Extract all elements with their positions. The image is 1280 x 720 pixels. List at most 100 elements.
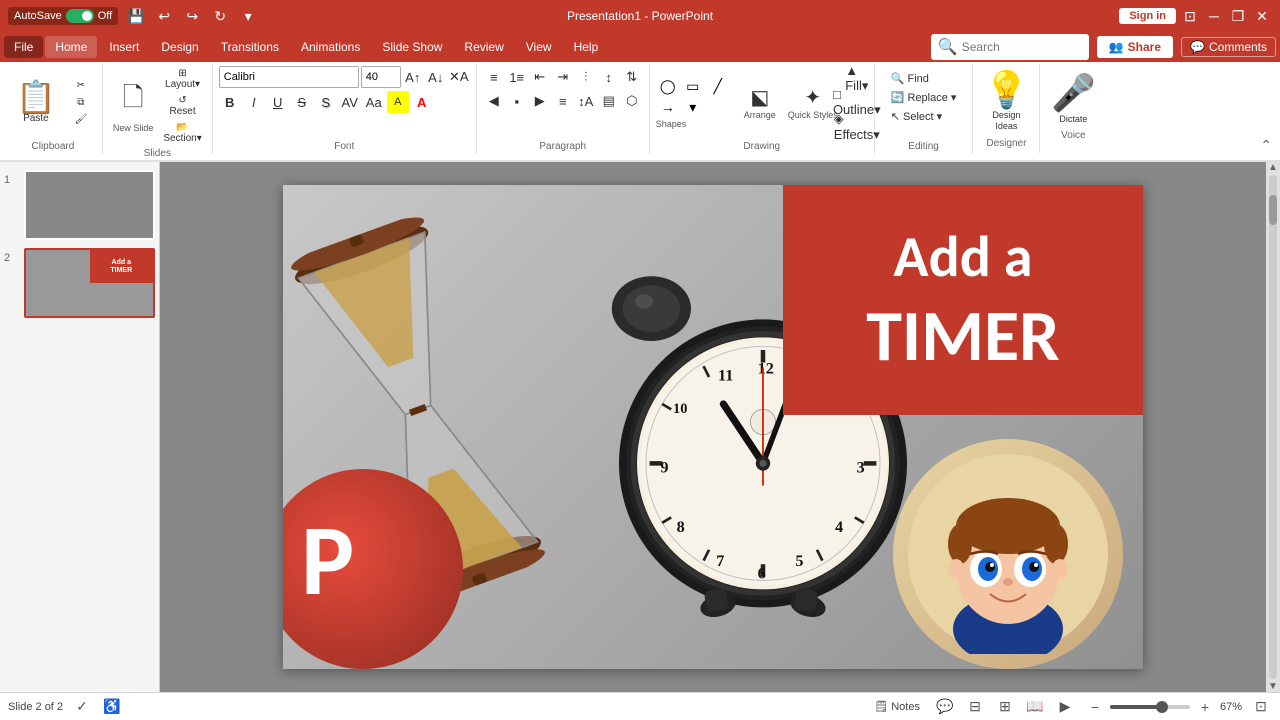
format-painter-button[interactable]: 🖌 <box>66 112 96 127</box>
oval-shape[interactable]: ◯ <box>656 76 680 96</box>
ribbon-display-button[interactable]: ⊡ <box>1180 6 1200 26</box>
undo-button[interactable]: ↩ <box>154 6 174 26</box>
reset-button[interactable]: ↺ Reset <box>159 93 205 119</box>
convert-to-smartart-button[interactable]: ⬡ <box>621 90 643 112</box>
design-ideas-button[interactable]: 💡 Design Ideas <box>981 68 1031 136</box>
font-color-button[interactable]: A <box>411 91 433 113</box>
align-justify-button[interactable]: ≡ <box>552 90 574 112</box>
font-size-input[interactable] <box>361 66 401 88</box>
menu-item-help[interactable]: Help <box>564 36 609 58</box>
select-button[interactable]: ↖ Select▾ <box>885 108 963 125</box>
replace-button[interactable]: 🔄 Replace▾ <box>885 89 963 106</box>
arrange-button[interactable]: ⬕ Arrange <box>740 83 780 122</box>
restore-button[interactable]: ❐ <box>1228 6 1248 26</box>
menu-item-view[interactable]: View <box>516 36 562 58</box>
accessibility-icon[interactable]: ♿ <box>101 696 123 718</box>
zoom-in-button[interactable]: + <box>1194 696 1216 718</box>
shape-effects-button[interactable]: ◈ Effects▾ <box>846 116 868 138</box>
indent-increase[interactable]: ⇥ <box>552 66 574 88</box>
line-shape[interactable]: ╱ <box>706 76 730 96</box>
highlight-button[interactable]: A <box>387 91 409 113</box>
shadow-button[interactable]: S <box>315 91 337 113</box>
align-text-button[interactable]: ▤ <box>598 90 620 112</box>
rect-shape[interactable]: ▭ <box>681 76 705 96</box>
menu-item-file[interactable]: File <box>4 36 43 58</box>
menu-item-animations[interactable]: Animations <box>291 36 370 58</box>
fit-slide-button[interactable]: ⊡ <box>1250 696 1272 718</box>
slide-item-1[interactable]: 1 <box>4 170 155 240</box>
slide-item-2[interactable]: 2 Add aTIMER <box>4 248 155 318</box>
menu-item-insert[interactable]: Insert <box>99 36 149 58</box>
red-box-line2: TIMER <box>866 292 1059 380</box>
cut-button[interactable]: ✂ <box>66 78 96 93</box>
strikethrough-button[interactable]: S <box>291 91 313 113</box>
scroll-track[interactable] <box>1269 175 1277 679</box>
minimize-button[interactable]: ─ <box>1204 6 1224 26</box>
menu-item-slideshow[interactable]: Slide Show <box>372 36 452 58</box>
section-button[interactable]: 📂 Section▾ <box>159 120 205 146</box>
bold-button[interactable]: B <box>219 91 241 113</box>
columns-button[interactable]: ⫶ <box>575 66 597 88</box>
find-button[interactable]: 🔍 Find <box>885 70 963 87</box>
menu-item-home[interactable]: Home <box>45 36 97 58</box>
slideshow-view-icon[interactable]: ▶ <box>1054 696 1076 718</box>
zoom-out-button[interactable]: − <box>1084 696 1106 718</box>
paste-button[interactable]: 📋 Paste <box>10 79 62 126</box>
font-size-increase[interactable]: A↑ <box>402 66 424 88</box>
search-input[interactable] <box>962 40 1082 54</box>
new-slide-button[interactable]: 🗋 New Slide <box>109 77 158 135</box>
share-button[interactable]: 👥 Share <box>1097 36 1173 58</box>
slide-thumb-2[interactable]: Add aTIMER <box>24 248 155 318</box>
slide-sorter-icon[interactable]: ⊞ <box>994 696 1016 718</box>
scroll-down-arrow[interactable]: ▼ <box>1268 681 1278 692</box>
comments-button[interactable]: 💬 Comments <box>1181 37 1276 57</box>
align-center-button[interactable]: ▪ <box>506 90 528 112</box>
reading-view-icon[interactable]: 📖 <box>1024 696 1046 718</box>
font-name-input[interactable] <box>219 66 359 88</box>
indent-decrease[interactable]: ⇤ <box>529 66 551 88</box>
autosave-toggle[interactable]: AutoSave Off <box>8 7 118 25</box>
menu-item-review[interactable]: Review <box>454 36 513 58</box>
zoom-slider[interactable] <box>1110 705 1190 709</box>
align-left-button[interactable]: ◀ <box>483 90 505 112</box>
font-size-decrease[interactable]: A↓ <box>425 66 447 88</box>
dictate-button[interactable]: 🎤 Dictate <box>1048 68 1098 128</box>
arrow-shape[interactable]: → <box>656 97 680 117</box>
collapse-ribbon-button[interactable]: ⌃ <box>1256 133 1276 158</box>
layout-button[interactable]: ⊞ Layout▾ <box>159 66 205 92</box>
copy-button[interactable]: ⧉ <box>66 95 96 110</box>
spell-check-icon[interactable]: ✓ <box>71 696 93 718</box>
clear-formatting[interactable]: ✕A <box>448 66 470 88</box>
autosave-pill[interactable] <box>66 9 94 23</box>
underline-button[interactable]: U <box>267 91 289 113</box>
scroll-up-arrow[interactable]: ▲ <box>1268 162 1278 173</box>
search-box[interactable]: 🔍 <box>931 34 1089 60</box>
change-case-button[interactable]: Aa <box>363 91 385 113</box>
close-button[interactable]: ✕ <box>1252 6 1272 26</box>
zoom-knob[interactable] <box>1156 701 1168 713</box>
char-spacing-button[interactable]: AV <box>339 91 361 113</box>
notes-button[interactable]: 🗒 Notes <box>868 698 926 715</box>
right-scrollbar[interactable]: ▲ ▼ <box>1266 162 1280 692</box>
line-spacing-button[interactable]: ↕ <box>598 66 620 88</box>
save-button[interactable]: 💾 <box>126 6 146 26</box>
signin-button[interactable]: Sign in <box>1119 8 1176 24</box>
more-shapes[interactable]: ▾ <box>681 97 705 117</box>
scroll-thumb[interactable] <box>1269 195 1277 225</box>
titlebar-right: Sign in ⊡ ─ ❐ ✕ <box>1119 6 1272 26</box>
numbering-button[interactable]: 1≡ <box>506 66 528 88</box>
menu-item-transitions[interactable]: Transitions <box>211 36 289 58</box>
text-direction-button[interactable]: ↕A <box>575 90 597 112</box>
normal-view-icon[interactable]: ⊟ <box>964 696 986 718</box>
align-right-button[interactable]: ▶ <box>529 90 551 112</box>
italic-button[interactable]: I <box>243 91 265 113</box>
menu-item-design[interactable]: Design <box>151 36 208 58</box>
paragraph-spacing-button[interactable]: ⇅ <box>621 66 643 88</box>
repeat-button[interactable]: ↻ <box>210 6 230 26</box>
redo-button[interactable]: ↪ <box>182 6 202 26</box>
replace-icon: 🔄 <box>891 91 905 104</box>
customize-button[interactable]: ▾ <box>238 6 258 26</box>
bullets-button[interactable]: ≡ <box>483 66 505 88</box>
comments-status-icon[interactable]: 💬 <box>934 696 956 718</box>
slide-thumb-1[interactable] <box>24 170 155 240</box>
